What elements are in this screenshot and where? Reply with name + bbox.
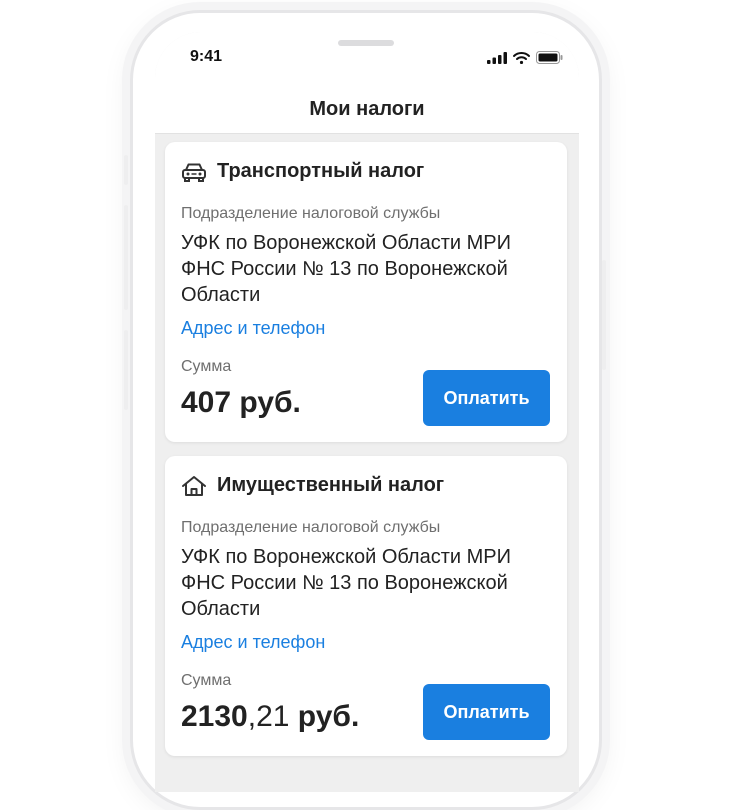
amount-label: Сумма xyxy=(181,672,232,689)
tax-card-transport: Транспортный налог Подразделение налогов… xyxy=(165,142,567,442)
card-header: Транспортный налог xyxy=(181,160,424,183)
department-name: УФК по Воронежской Области МРИ ФНС Росси… xyxy=(181,546,511,620)
home-icon xyxy=(182,475,206,496)
address-phone-link[interactable]: Адрес и телефон xyxy=(181,632,325,653)
phone-mute-switch xyxy=(124,155,128,185)
amount-integer: 2130 xyxy=(181,700,248,733)
amount-currency: руб. xyxy=(231,386,301,419)
amount-value: 2130,21 руб. xyxy=(181,700,359,734)
amount-label: Сумма xyxy=(181,358,232,375)
page-title: Мои налоги xyxy=(309,98,425,120)
car-icon xyxy=(182,163,206,182)
phone-screen: 9:41 Мои налоги Транспортный налог Подра… xyxy=(155,32,579,792)
tax-card-property: Имущественный налог Подразделение налого… xyxy=(165,456,567,756)
status-icons xyxy=(487,51,563,64)
department-label: Подразделение налоговой службы xyxy=(181,205,441,222)
department-label: Подразделение налоговой службы xyxy=(181,519,441,536)
phone-power-button xyxy=(602,260,606,370)
department-name: УФК по Воронежской Области МРИ ФНС Росси… xyxy=(181,232,511,306)
card-header: Имущественный налог xyxy=(181,474,444,497)
amount-value: 407 руб. xyxy=(181,386,301,420)
pay-button[interactable]: Оплатить xyxy=(423,684,550,740)
battery-icon xyxy=(536,51,563,64)
phone-volume-down xyxy=(124,330,128,410)
card-title: Транспортный налог xyxy=(217,160,425,182)
speaker-grille xyxy=(338,40,394,46)
amount-integer: 407 xyxy=(181,386,232,419)
address-phone-link[interactable]: Адрес и телефон xyxy=(181,318,325,339)
status-time: 9:41 xyxy=(190,48,223,65)
card-title: Имущественный налог xyxy=(217,474,445,496)
wifi-icon xyxy=(513,51,530,64)
pay-button[interactable]: Оплатить xyxy=(423,370,550,426)
signal-icon xyxy=(487,51,507,64)
amount-fraction: ,21 xyxy=(247,700,290,733)
status-bar: 9:41 xyxy=(155,32,579,94)
phone-volume-up xyxy=(124,205,128,310)
nav-bar: Мои налоги xyxy=(155,94,579,134)
amount-currency: руб. xyxy=(289,700,360,733)
